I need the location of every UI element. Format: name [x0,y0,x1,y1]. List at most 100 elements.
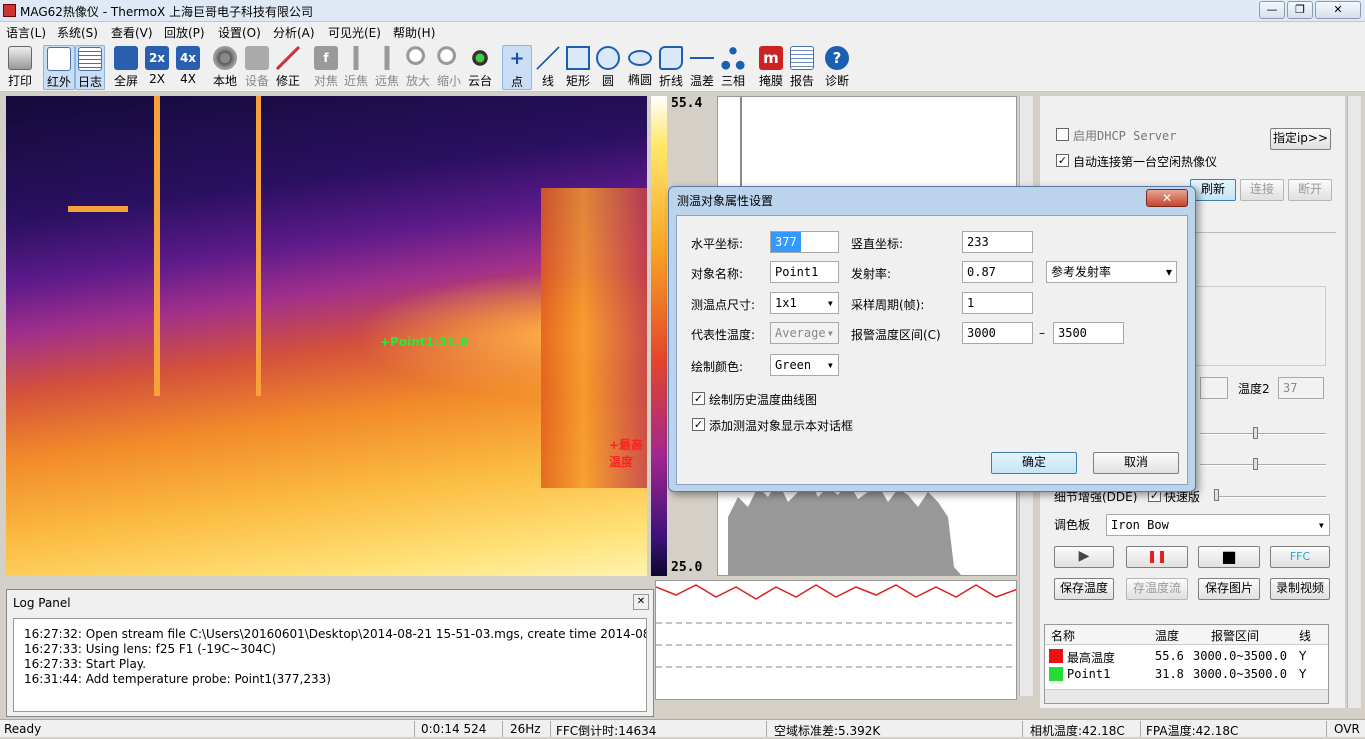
near-focus-button[interactable]: 近焦 [341,45,371,90]
local-button[interactable]: 本地 [210,45,240,90]
slider-track[interactable] [1200,433,1326,435]
zoom-in-button[interactable]: 放大 [403,45,433,90]
zoom-4x-button[interactable]: 4x 4X [174,45,202,90]
save-picture-button[interactable]: 保存图片 [1198,578,1260,600]
three-phase-button[interactable]: 三相 [718,45,748,90]
device-button[interactable]: 设备 [242,45,272,90]
y-coord-input[interactable]: 233 [962,231,1033,253]
slider-thumb[interactable] [1253,458,1258,470]
table-header: 名称 温度 报警区间 线 [1045,625,1328,645]
menu-analysis[interactable]: 分析(A) [273,24,315,41]
ptz-icon [468,46,492,70]
save-temp-button[interactable]: 保存温度 [1054,578,1114,600]
zoom-2x-icon: 2x [145,46,169,70]
ellipse-tool-button[interactable]: 椭圆 [624,45,656,90]
assign-ip-button[interactable]: 指定ip>> [1270,128,1331,150]
ptz-button[interactable]: 云台 [465,45,495,90]
stop-button[interactable]: ■ [1198,546,1260,568]
x-coord-input[interactable]: 377 [770,231,839,253]
cancel-button[interactable]: 取消 [1093,452,1179,474]
y-coord-label: 竖直坐标: [851,237,904,251]
auto-connect-checkbox[interactable]: ✓ [1056,154,1069,167]
record-video-button[interactable]: 录制视频 [1270,578,1330,600]
size-select[interactable]: 1x1 [770,292,839,314]
ffc-button[interactable]: FFC [1270,546,1330,568]
log-panel: Log Panel ✕ 16:27:32: Open stream file C… [6,589,654,717]
near-focus-icon [344,46,368,70]
emissivity-input[interactable]: 0.87 [962,261,1033,283]
fullscreen-button[interactable]: 全屏 [111,45,141,90]
dialog-close-button[interactable]: ✕ [1146,189,1188,207]
pause-button[interactable]: ❚❚ [1126,546,1188,568]
col-temp[interactable]: 温度 [1155,627,1179,644]
slider-thumb[interactable] [1253,427,1258,439]
thermal-image[interactable]: +Point1:31.8 +最高温度 [6,96,647,576]
ref-emissivity-select[interactable]: 参考发射率 [1046,261,1177,283]
right-panel-scrollbar[interactable] [1347,96,1361,708]
alarm-high-input[interactable]: 3500 [1053,322,1124,344]
correct-button[interactable]: 修正 [273,45,303,90]
print-button[interactable]: 打印 [4,45,36,90]
diagnose-button[interactable]: ? 诊断 [822,45,852,90]
circle-tool-button[interactable]: 圆 [594,45,622,90]
menu-view[interactable]: 查看(V) [111,24,153,41]
ok-button[interactable]: 确定 [991,452,1077,474]
dhcp-checkbox[interactable] [1056,128,1069,141]
menu-system[interactable]: 系统(S) [57,24,98,41]
dde-slider-track[interactable] [1216,496,1326,498]
dde-slider-thumb[interactable] [1214,489,1219,501]
menu-visible[interactable]: 可见光(E) [328,24,381,41]
line-tool-button[interactable]: 线 [533,45,563,90]
refresh-button[interactable]: 刷新 [1190,179,1236,201]
table-horizontal-scrollbar[interactable] [1045,689,1328,703]
menu-help[interactable]: 帮助(H) [393,24,435,41]
mask-button[interactable]: m 掩膜 [756,45,786,90]
temp1-field[interactable] [1200,377,1228,399]
point-tool-button[interactable]: + 点 [502,45,532,90]
log-line: 16:27:32: Open stream file C:\Users\2016… [24,627,647,641]
maximize-button[interactable]: ❐ [1287,1,1313,19]
show-dialog-checkbox[interactable]: ✓ [692,418,705,431]
table-row[interactable]: 最高温度 55.6 3000.0~3500.0 Y [1045,647,1328,665]
zoom-out-button[interactable]: 缩小 [434,45,464,90]
ir-button[interactable]: 红外 [43,45,75,90]
play-button[interactable]: ▶ [1054,546,1114,568]
minimize-button[interactable]: — [1259,1,1285,19]
alarm-low-input[interactable]: 3000 [962,322,1033,344]
name-input[interactable]: Point1 [770,261,839,283]
connect-button[interactable]: 连接 [1240,179,1284,201]
temp2-field[interactable]: 37 [1278,377,1324,399]
disconnect-button[interactable]: 断开 [1288,179,1332,201]
polyline-tool-button[interactable]: 折线 [656,45,686,90]
log-button[interactable]: 日志 [75,45,105,90]
save-temp-stream-button[interactable]: 存温度流 [1126,578,1188,600]
menu-playback[interactable]: 回放(P) [164,24,205,41]
dialog-title: 测温对象属性设置 [677,194,774,208]
log-close-icon[interactable]: ✕ [633,594,649,610]
rep-temp-select[interactable]: Average [770,322,839,344]
toolbar: 打印 红外 日志 全屏 2x 2X 4x 4X 本地 设备 修正 f 对焦 近焦 远焦… [0,42,1365,92]
row-line: Y [1299,667,1307,681]
history-curve-checkbox[interactable]: ✓ [692,392,705,405]
palette-select[interactable]: Iron Bow [1106,514,1330,536]
close-button[interactable]: ✕ [1315,1,1361,19]
zoom-4x-icon: 4x [176,46,200,70]
period-input[interactable]: 1 [962,292,1033,314]
menu-settings[interactable]: 设置(O) [218,24,261,41]
col-name[interactable]: 名称 [1051,627,1075,644]
temp-diff-button[interactable]: 温差 [687,45,717,90]
report-button[interactable]: 报告 [787,45,817,90]
row-temp: 55.6 [1155,649,1184,663]
menu-language[interactable]: 语言(L) [6,24,46,41]
far-focus-button[interactable]: 远焦 [372,45,402,90]
zoom-2x-button[interactable]: 2x 2X [143,45,171,90]
slider-track[interactable] [1200,464,1326,466]
focus-button[interactable]: f 对焦 [311,45,341,90]
draw-color-select[interactable]: Green [770,354,839,376]
temp-diff-icon [690,46,714,70]
col-alarm[interactable]: 报警区间 [1211,627,1259,644]
col-line[interactable]: 线 [1299,627,1311,644]
rect-tool-button[interactable]: 矩形 [563,45,593,90]
frame-beam [68,206,128,212]
table-row[interactable]: Point1 31.8 3000.0~3500.0 Y [1045,665,1328,683]
